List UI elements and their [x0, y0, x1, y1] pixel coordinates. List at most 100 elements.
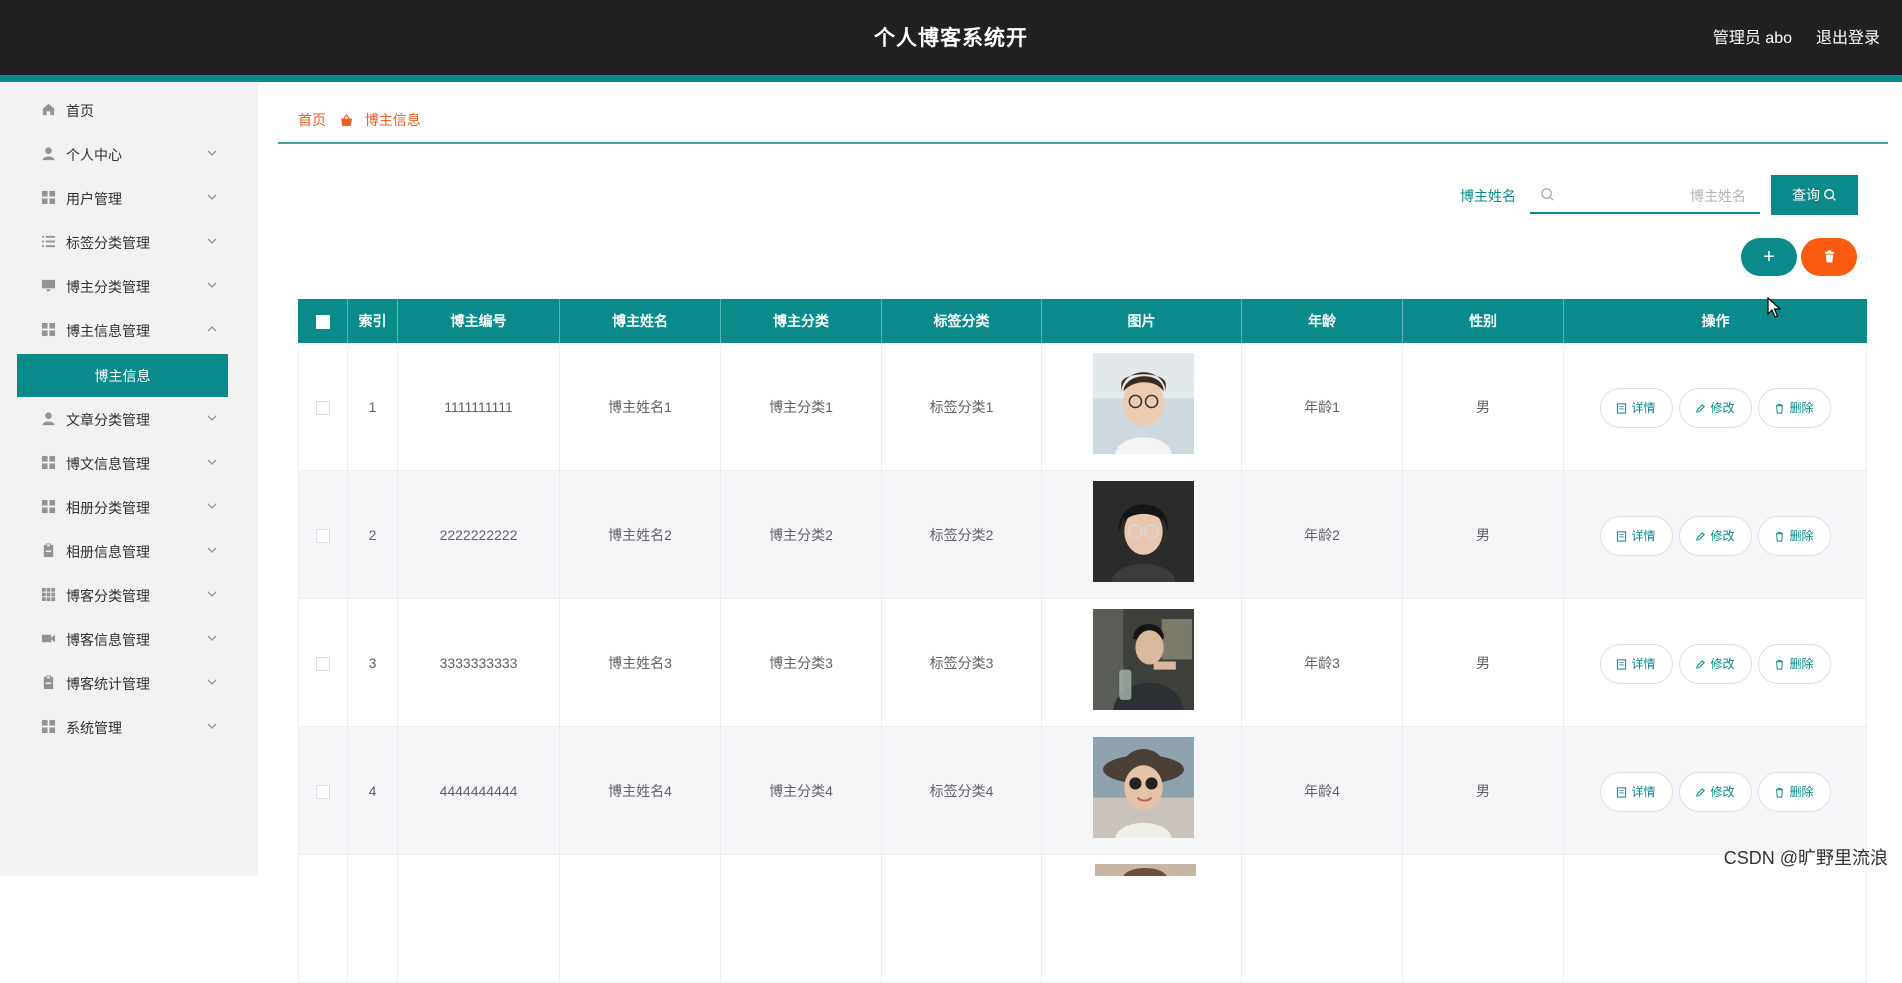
breadcrumb-home[interactable]: 首页	[298, 112, 326, 128]
image-cell	[1042, 471, 1242, 599]
grid-icon	[41, 719, 56, 734]
grid-icon	[41, 322, 56, 337]
table-header: 索引 博主编号 博主姓名 博主分类 标签分类 图片 年龄 性别 操作	[298, 299, 1867, 343]
sidebar-item-blog-statistics[interactable]: 博客统计管理	[0, 661, 258, 705]
sidebar-item-personal-center[interactable]: 个人中心	[0, 132, 258, 176]
actions-cell: 详情修改 删除	[1564, 727, 1867, 855]
delete-label: 删除	[1789, 657, 1813, 671]
edit-icon	[1695, 787, 1706, 798]
chevron-down-icon	[205, 675, 219, 689]
sidebar-item-blogger-category[interactable]: 博主分类管理	[0, 264, 258, 308]
trash-icon	[1774, 531, 1785, 542]
index-cell	[348, 855, 398, 983]
add-button[interactable]: +	[1741, 238, 1797, 276]
search-field	[1530, 178, 1760, 214]
sidebar-item-label: 博客分类管理	[66, 586, 150, 606]
clipboard-icon	[41, 675, 56, 690]
code-cell: 2222222222	[398, 471, 560, 599]
edit-icon	[1695, 403, 1706, 414]
chevron-down-icon	[205, 499, 219, 513]
detail-label: 详情	[1631, 529, 1655, 543]
sidebar-item-blogger-info[interactable]: 博主信息管理	[0, 308, 258, 352]
logout-link[interactable]: 退出登录	[1816, 24, 1880, 48]
grid-icon	[41, 190, 56, 205]
delete-label: 删除	[1789, 785, 1813, 799]
user-icon	[41, 146, 56, 161]
tag-cell: 标签分类4	[882, 727, 1042, 855]
edit-button[interactable]: 修改	[1679, 772, 1752, 812]
table-row: 1 1111111111 博主姓名1 博主分类1 标签分类1 年龄1 男 详情修…	[298, 343, 1867, 471]
detail-button[interactable]: 详情	[1600, 772, 1673, 812]
search-label: 博主姓名	[1460, 186, 1516, 206]
row-checkbox[interactable]	[316, 529, 330, 543]
sidebar-item-user-management[interactable]: 用户管理	[0, 176, 258, 220]
age-cell: 年龄4	[1242, 727, 1403, 855]
image-cell	[1042, 599, 1242, 727]
chevron-down-icon	[205, 146, 219, 160]
column-header: 标签分类	[882, 299, 1042, 343]
grid-icon	[41, 499, 56, 514]
delete-button[interactable]: 删除	[1758, 388, 1831, 428]
submenu-item-blogger-info[interactable]: 博主信息	[17, 354, 228, 397]
query-button[interactable]: 查询	[1771, 175, 1858, 215]
sidebar-item-label: 博主分类管理	[66, 277, 150, 297]
sidebar-item-album-category[interactable]: 相册分类管理	[0, 485, 258, 529]
list-icon	[41, 234, 56, 249]
delete-button[interactable]: 删除	[1758, 644, 1831, 684]
delete-button[interactable]: 删除	[1758, 516, 1831, 556]
search-input[interactable]	[1564, 182, 1754, 210]
delete-label: 删除	[1789, 529, 1813, 543]
sidebar-item-post-info[interactable]: 博文信息管理	[0, 441, 258, 485]
sidebar-item-tag-category[interactable]: 标签分类管理	[0, 220, 258, 264]
edit-button[interactable]: 修改	[1679, 644, 1752, 684]
watermark: CSDN @旷野里流浪	[1724, 844, 1888, 870]
chevron-up-icon	[205, 322, 219, 336]
column-header: 性别	[1403, 299, 1564, 343]
image-cell	[1042, 727, 1242, 855]
row-checkbox[interactable]	[316, 401, 330, 415]
detail-button[interactable]: 详情	[1600, 516, 1673, 556]
basket-icon	[340, 114, 353, 127]
row-checkbox[interactable]	[316, 785, 330, 799]
gender-cell: 男	[1403, 599, 1564, 727]
sidebar-item-label: 博客信息管理	[66, 630, 150, 650]
delete-button[interactable]: 删除	[1758, 772, 1831, 812]
blogger-avatar	[1095, 864, 1196, 876]
category-cell: 博主分类1	[721, 343, 882, 471]
document-icon	[1616, 531, 1627, 542]
select-all-checkbox[interactable]	[316, 315, 330, 329]
name-cell: 博主姓名1	[560, 343, 721, 471]
breadcrumb-divider	[278, 142, 1888, 144]
table-row: 3 3333333333 博主姓名3 博主分类3 标签分类3 年龄3 男 详情修…	[298, 599, 1867, 727]
detail-button[interactable]: 详情	[1600, 388, 1673, 428]
code-cell	[398, 855, 560, 983]
sidebar-item-blog-info[interactable]: 博客信息管理	[0, 617, 258, 661]
query-button-label: 查询	[1792, 187, 1820, 203]
sidebar-item-label: 系统管理	[66, 718, 122, 738]
chevron-down-icon	[205, 719, 219, 733]
gender-cell: 男	[1403, 471, 1564, 599]
batch-delete-button[interactable]	[1801, 238, 1857, 276]
sidebar-item-article-category[interactable]: 文章分类管理	[0, 397, 258, 441]
edit-button[interactable]: 修改	[1679, 516, 1752, 556]
submenu-item-label: 博主信息	[17, 366, 228, 386]
chevron-down-icon	[205, 190, 219, 204]
sidebar-item-album-info[interactable]: 相册信息管理	[0, 529, 258, 573]
category-cell: 博主分类3	[721, 599, 882, 727]
chevron-down-icon	[205, 543, 219, 557]
detail-button[interactable]: 详情	[1600, 644, 1673, 684]
row-select-cell	[298, 471, 348, 599]
edit-button[interactable]: 修改	[1679, 388, 1752, 428]
sidebar-item-blog-category[interactable]: 博客分类管理	[0, 573, 258, 617]
chevron-down-icon	[205, 455, 219, 469]
index-cell: 4	[348, 727, 398, 855]
age-cell	[1242, 855, 1403, 983]
sidebar-item-system[interactable]: 系统管理	[0, 705, 258, 749]
row-checkbox[interactable]	[316, 657, 330, 671]
trash-icon	[1774, 659, 1785, 670]
edit-icon	[1695, 531, 1706, 542]
sidebar-item-home[interactable]: 首页	[0, 88, 258, 132]
mouse-cursor-icon	[1767, 297, 1783, 319]
document-icon	[1616, 659, 1627, 670]
column-header: 年龄	[1242, 299, 1403, 343]
